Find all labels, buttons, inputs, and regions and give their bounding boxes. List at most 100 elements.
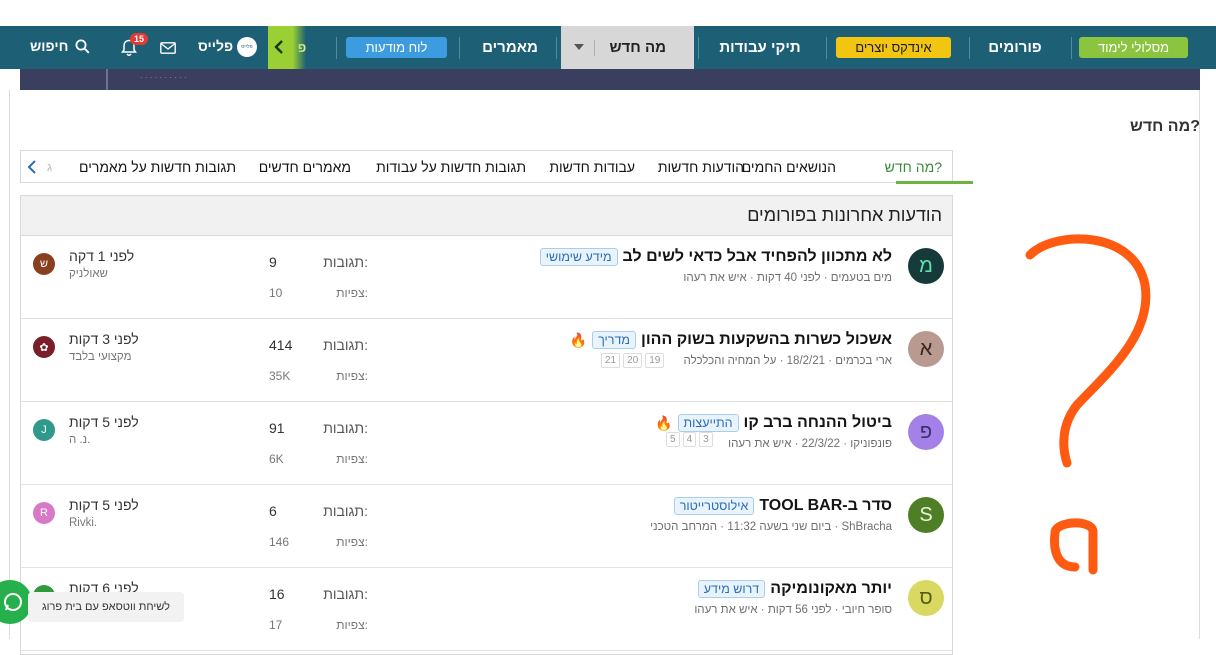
latest-posts-block: הודעות אחרונות בפורומים מ מידע שימושי לא מ… (20, 195, 953, 655)
chevron-down-icon[interactable] (574, 44, 584, 50)
tab-overflow[interactable]: ג (47, 151, 52, 183)
thread-prefix[interactable]: מדריך (592, 331, 636, 349)
avatar[interactable]: מ (908, 248, 944, 284)
notifications[interactable]: 15 (118, 33, 148, 63)
nav-divider (556, 37, 557, 59)
replies-label: תגובות: (323, 586, 368, 602)
block-title: הודעות אחרונות בפורומים (747, 205, 942, 225)
user-menu[interactable]: פלייס פלייס (196, 26, 260, 69)
tab-new-works[interactable]: עבודות חדשות (549, 151, 635, 183)
thread-prefix[interactable]: מידע שימושי (539, 248, 618, 266)
replies-count: 9 (269, 254, 277, 270)
nav-divider (698, 37, 699, 59)
page-link[interactable]: 21 (601, 353, 621, 368)
views-count: 35K (269, 369, 291, 383)
last-post-time[interactable]: לפני 3 דקות (69, 331, 139, 347)
avatar[interactable]: S (908, 497, 944, 533)
thread-author[interactable]: ShBracha (841, 521, 892, 533)
nav-divider (826, 37, 827, 59)
nav-bulletin-board[interactable]: לוח מודעות (346, 37, 447, 58)
last-post-avatar[interactable]: ✿ (33, 336, 55, 358)
user-name: פלייס (198, 38, 234, 54)
views-count: 10 (269, 286, 283, 300)
thread-meta: ShBracha · ביום שני בשעה 11:32 · המרחב ה… (650, 521, 892, 533)
tab-hot-topics[interactable]: הנושאים החמים (742, 151, 836, 183)
thread-forum[interactable]: איש את רעהו (728, 438, 791, 450)
search-button[interactable]: חיפוש (28, 26, 94, 69)
thread-prefix[interactable]: התייעצות (677, 414, 739, 432)
nav-forums[interactable]: פורומים (975, 26, 1055, 69)
nav-scroll-button[interactable] (268, 26, 306, 69)
nav-whats-new-divider (594, 40, 595, 56)
thread-author[interactable]: סופר חיובי (842, 604, 892, 616)
nav-divider (459, 37, 460, 59)
thread-forum[interactable]: על המחיה והכלכלה (684, 355, 777, 367)
nav-creators-index[interactable]: אינדקס יוצרים (836, 37, 951, 58)
page-link[interactable]: 20 (623, 353, 643, 368)
top-nav: מסלולי לימוד פורומים אינדקס יוצרים תיקי … (0, 26, 1216, 69)
last-post-time[interactable]: לפני 5 דקות (69, 414, 139, 430)
thread-forum[interactable]: המרחב הטכני (650, 521, 717, 533)
thread-title[interactable]: ביטול ההנחה ברב קו (744, 414, 892, 432)
thread-date[interactable]: ביום שני בשעה 11:32 (727, 521, 831, 533)
thread-prefix[interactable]: אילוסטרייטור (673, 497, 755, 515)
thread-pages: 21 20 19 (601, 353, 665, 368)
avatar[interactable]: ס (908, 580, 944, 616)
thread-author[interactable]: מים בטעמים (831, 272, 892, 284)
page-link[interactable]: 4 (682, 432, 697, 447)
nav-articles[interactable]: מאמרים (470, 26, 550, 69)
last-post-time[interactable]: לפני 5 דקות (69, 497, 139, 513)
envelope-icon[interactable] (160, 42, 176, 54)
notification-badge: 15 (130, 33, 148, 45)
nav-portfolios[interactable]: תיקי עבודות (708, 26, 812, 69)
tab-new-article-comments[interactable]: תגובות חדשות על מאמרים (79, 151, 236, 183)
tab-new-posts[interactable]: הודעות חדשות (658, 151, 744, 183)
page-title: מה חדש? (1129, 118, 1200, 135)
thread-forum[interactable]: איש את רעהו (694, 604, 757, 616)
nav-whats-new[interactable]: מה חדש (561, 26, 694, 69)
chevron-left-icon[interactable] (26, 159, 38, 175)
views-count: 17 (269, 618, 283, 632)
last-post-user[interactable]: נ. ה. (69, 434, 90, 446)
replies-count: 6 (269, 503, 277, 519)
replies-count: 91 (269, 420, 285, 436)
thread-date[interactable]: 18/2/21 (787, 355, 825, 367)
replies-label: תגובות: (323, 254, 368, 270)
thread-title[interactable]: יותר מאקונומיקה (770, 580, 892, 598)
views-label: צפיות: (336, 452, 368, 466)
tabs-bar: מה חדש? הנושאים החמים הודעות חדשות עבודו… (20, 150, 973, 184)
thread-forum[interactable]: איש את רעהו (683, 272, 746, 284)
thread-date[interactable]: 22/3/22 (802, 438, 840, 450)
last-post-user[interactable]: שאולניק (69, 268, 108, 280)
last-post-avatar[interactable]: ש (33, 253, 55, 275)
nav-divider (1071, 37, 1072, 59)
last-post-avatar[interactable]: J (33, 419, 55, 441)
thread-date[interactable]: לפני 56 דקות (768, 604, 832, 616)
search-label: חיפוש (30, 38, 69, 54)
last-post-user[interactable]: מקצועי בלבד (69, 351, 131, 363)
thread-title[interactable]: לא מתכוון להפחיד אבל כדאי לשים לב (623, 248, 892, 266)
avatar[interactable]: א (908, 331, 944, 367)
views-label: צפיות: (336, 535, 368, 549)
thread-title[interactable]: אשכול כשרות בהשקעות בשוק ההון (641, 331, 892, 349)
last-post-avatar[interactable]: R (33, 502, 55, 524)
last-post-time[interactable]: לפני 1 דקה (69, 248, 134, 264)
nav-learning-paths[interactable]: מסלולי לימוד (1079, 37, 1188, 58)
page-link[interactable]: 19 (645, 353, 665, 368)
avatar[interactable]: פ (908, 414, 944, 450)
replies-label: תגובות: (323, 337, 368, 353)
thread-title[interactable]: סדר ב-TOOL BAR (759, 497, 892, 515)
page-link[interactable]: 5 (666, 432, 680, 447)
thread-author[interactable]: פונפוניקו (850, 438, 892, 450)
banner-line (106, 69, 108, 90)
thread-author[interactable]: ארי בכרמים (835, 355, 892, 367)
tab-new-articles[interactable]: מאמרים חדשים (259, 151, 351, 183)
tab-whats-new[interactable]: מה חדש? (885, 151, 942, 183)
thread-title-line: מידע שימושי לא מתכוון להפחיד אבל כדאי לשי… (539, 248, 892, 266)
page-link[interactable]: 3 (699, 432, 713, 447)
tab-new-work-comments[interactable]: תגובות חדשות על עבודות (376, 151, 526, 183)
last-post-user[interactable]: Rivki. (69, 517, 97, 529)
thread-row: פ 🔥 התייעצות ביטול ההנחה ברב קו פונפוניקו · … (21, 402, 952, 485)
thread-prefix[interactable]: דרוש מידע (697, 580, 766, 598)
thread-date[interactable]: לפני 40 דקות (757, 272, 821, 284)
